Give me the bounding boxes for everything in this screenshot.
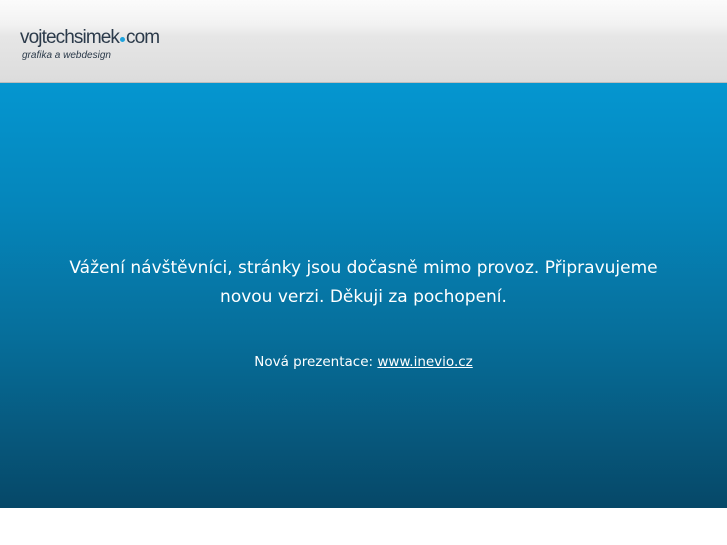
site-logo[interactable]: vojtechsimek com grafika a webdesign: [20, 27, 160, 62]
main-panel: Vážení návštěvníci, stránky jsou dočasně…: [0, 83, 727, 508]
maintenance-message: Vážení návštěvníci, stránky jsou dočasně…: [0, 254, 727, 312]
message-line-2: novou verzi. Děkuji za pochopení.: [220, 287, 507, 307]
logo-wordmark: vojtechsimek com: [20, 27, 160, 48]
logo-tld: com: [126, 27, 160, 48]
new-site-label: Nová prezentace:: [254, 354, 374, 370]
logo-tagline: grafika a webdesign: [22, 50, 111, 61]
logo-name: vojtechsimek: [20, 27, 120, 48]
new-site-link[interactable]: www.inevio.cz: [377, 354, 472, 370]
message-line-1: Vážení návštěvníci, stránky jsou dočasně…: [69, 258, 658, 278]
new-site-notice: Nová prezentace: www.inevio.cz: [0, 353, 727, 371]
site-header: vojtechsimek com grafika a webdesign: [0, 0, 727, 83]
logo-dot-icon: [120, 37, 126, 42]
